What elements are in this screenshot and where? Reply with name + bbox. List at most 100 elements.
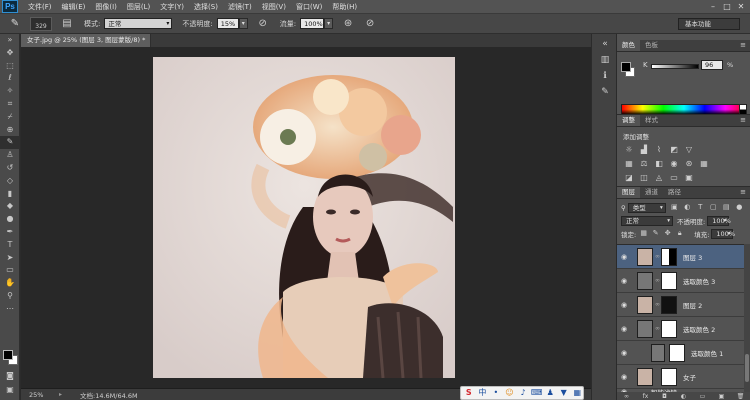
layer-row[interactable]: ◉ ∞ 选取颜色 2 [617,317,744,341]
zoom-level[interactable]: 25% [29,391,51,399]
close-button[interactable]: ✕ [736,2,746,12]
keyboard-icon[interactable]: ⌨ [531,387,543,399]
menu-type[interactable]: 文字(Y) [160,2,184,12]
layer-mask-thumbnail[interactable] [669,344,685,362]
tab-color[interactable]: 颜色 [617,40,640,51]
filter-type-icon[interactable]: T [696,203,705,212]
ime-tools-icon[interactable]: ▼ [558,387,570,399]
visibility-eye-icon[interactable]: ◉ [619,300,629,310]
color-panel-foreground-swatch[interactable] [621,62,631,72]
brush-size-picker[interactable]: 329 [30,16,52,31]
opacity-input[interactable]: 15% [216,18,239,29]
layer-opacity-input[interactable]: 100% [707,215,731,226]
black-white-icon[interactable]: ◧ [653,159,665,169]
dock-collapse-icon[interactable]: « [597,38,613,50]
quick-select-tool-icon[interactable]: ✧ [0,85,20,98]
menu-help[interactable]: 帮助(H) [332,2,357,12]
vibrance-icon[interactable]: ▽ [683,145,695,155]
tab-adjustments[interactable]: 调整 [617,115,640,126]
exposure-icon[interactable]: ◩ [668,145,680,155]
brightness-icon[interactable]: ☼ [623,145,635,155]
more-tools-icon[interactable]: ⋯ [0,303,20,316]
delete-layer-icon[interactable]: 🗑︎ [736,392,746,400]
airbrush-icon[interactable]: ⊛ [341,17,355,31]
visibility-eye-icon[interactable]: ◉ [619,372,629,382]
hue-saturation-icon[interactable]: ▦ [623,159,635,169]
opacity-dropdown-icon[interactable]: ▾ [238,18,248,29]
tab-channels[interactable]: 通道 [640,187,663,198]
lasso-tool-icon[interactable]: ℓ [0,72,20,85]
invert-icon[interactable]: ◪ [623,173,635,183]
shape-tool-icon[interactable]: ▭ [0,264,20,277]
eyedropper-tool-icon[interactable]: ⌿ [0,111,20,124]
layers-scrollbar[interactable] [744,244,750,392]
fill-input[interactable]: 100% [711,228,735,239]
history-panel-icon[interactable]: ▥ [597,54,613,66]
selective-color-icon[interactable]: ▣ [683,173,695,183]
add-mask-icon[interactable]: ◘ [660,392,670,400]
document-canvas-image[interactable] [153,57,455,378]
tab-swatches[interactable]: 色板 [640,40,663,51]
clone-stamp-tool-icon[interactable]: ♙ [0,149,20,162]
filter-smart-icon[interactable]: ▤ [722,203,731,212]
blend-mode-select[interactable]: 正常 [621,215,673,226]
pressure-opacity-icon[interactable]: ⊘ [256,17,270,31]
path-select-tool-icon[interactable]: ➤ [0,252,20,265]
screen-mode-icon[interactable]: ▣ [0,384,20,397]
visibility-eye-icon[interactable]: ◉ [619,348,629,358]
menu-file[interactable]: 文件(F) [28,2,52,12]
marquee-tool-icon[interactable]: ⬚ [0,60,20,73]
brush-tool-preset-icon[interactable]: ✎ [4,16,26,32]
panel-menu-icon[interactable]: ≡ [740,187,746,198]
menu-layer[interactable]: 图层(L) [127,2,150,12]
panel-menu-icon[interactable]: ≡ [740,40,746,51]
lock-transparent-icon[interactable]: ▦ [639,229,648,238]
lock-all-icon[interactable]: 🔒︎ [675,229,684,238]
mode-select[interactable]: 正常 [104,18,173,29]
new-group-icon[interactable]: ▭ [698,392,708,400]
channel-value-input[interactable]: 96 [701,60,723,70]
filter-adjustment-icon[interactable]: ◐ [683,203,692,212]
history-brush-tool-icon[interactable]: ↺ [0,162,20,175]
visibility-eye-icon[interactable]: ◉ [619,252,629,262]
quick-mask-icon[interactable]: ◙ [0,370,20,383]
hand-tool-icon[interactable]: ✋ [0,277,20,290]
channel-mixer-icon[interactable]: ⊛ [683,159,695,169]
tab-paths[interactable]: 路径 [663,187,686,198]
layers-scrollbar-thumb[interactable] [745,354,749,382]
filter-toggle-icon[interactable]: ● [735,203,744,212]
gradient-tool-icon[interactable]: ▮ [0,188,20,201]
lock-position-icon[interactable]: ✥ [663,229,672,238]
brush-panel-toggle-icon[interactable]: ▤ [60,17,74,31]
menu-window[interactable]: 窗口(W) [296,2,322,12]
foreground-color-swatch[interactable] [3,350,13,360]
eraser-tool-icon[interactable]: ◇ [0,175,20,188]
new-adjustment-icon[interactable]: ◐ [679,392,689,400]
menu-filter[interactable]: 滤镜(T) [228,2,252,12]
skin-icon[interactable]: ♟ [544,387,556,399]
filter-shape-icon[interactable]: ▢ [709,203,718,212]
gradient-map-icon[interactable]: ▭ [668,173,680,183]
layer-row[interactable]: ◉ ∞ 选取颜色 3 [617,269,744,293]
visibility-eye-icon[interactable]: ◉ [619,324,629,334]
zoom-tool-icon[interactable]: ⚲ [0,290,20,303]
layer-row[interactable]: ◉ 女子 [617,365,744,389]
workspace-select[interactable]: 基本功能 [678,18,740,30]
menu-select[interactable]: 选择(S) [194,2,218,12]
layer-style-icon[interactable]: fx [641,392,651,400]
menu-edit[interactable]: 编辑(E) [62,2,86,12]
link-layers-icon[interactable]: ∞ [622,392,632,400]
levels-icon[interactable]: ▟ [638,145,650,155]
filter-pixel-icon[interactable]: ▣ [670,203,679,212]
tab-styles[interactable]: 样式 [640,115,663,126]
layer-filter-select[interactable]: 类型 [627,202,666,213]
smart-filter-mask-thumbnail[interactable] [661,368,677,386]
brush-tool-icon[interactable]: ✎ [0,136,20,150]
channel-slider[interactable] [651,64,699,69]
emoji-icon[interactable]: ☺ [504,387,516,399]
punctuation-icon[interactable]: • [490,387,502,399]
restore-button[interactable]: □ [722,2,732,12]
dodge-tool-icon[interactable]: ● [0,213,20,226]
crop-tool-icon[interactable]: ⌗ [0,98,20,111]
minimize-button[interactable]: – [708,2,718,12]
